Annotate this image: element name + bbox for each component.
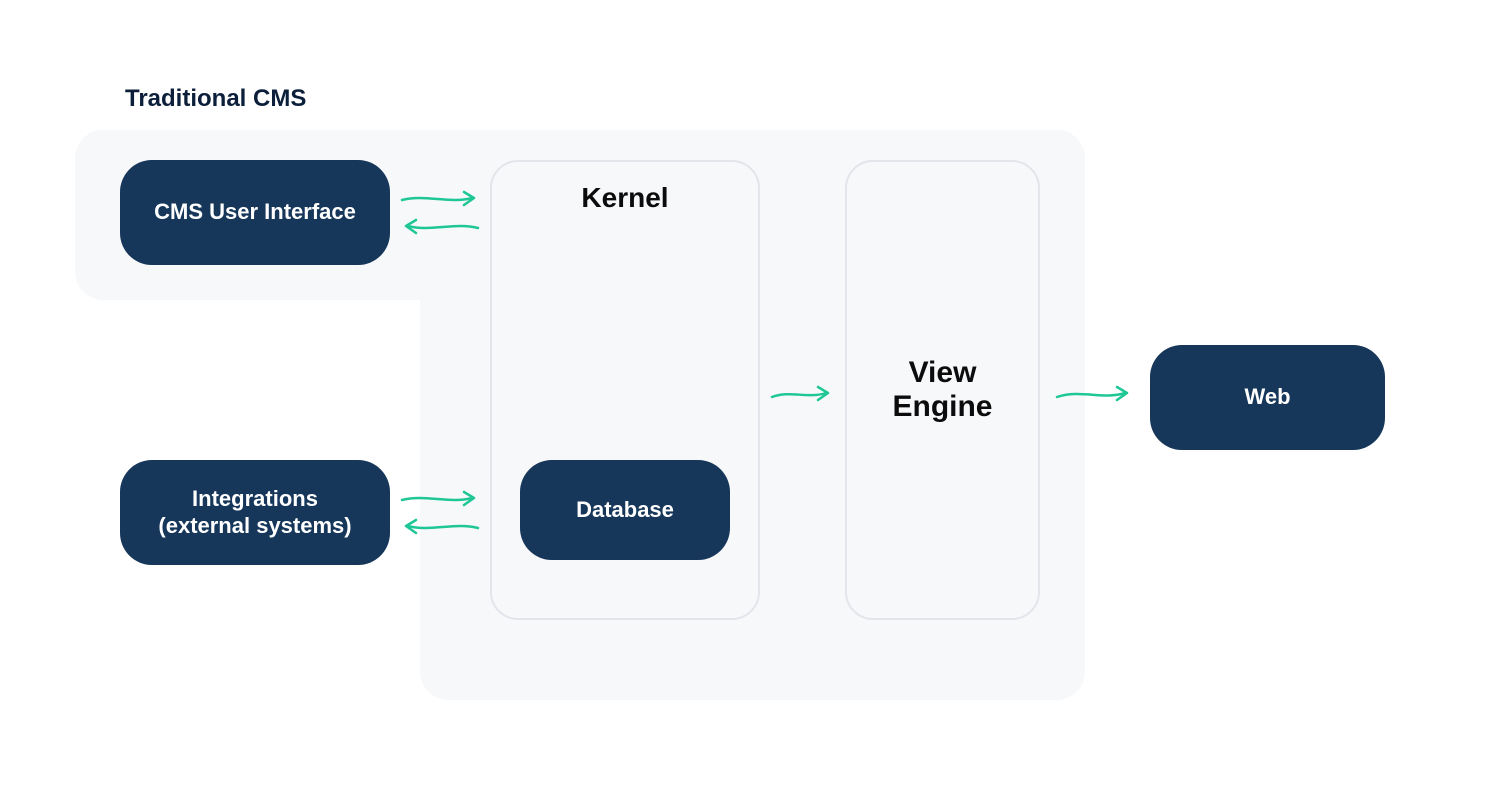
integrations-label-2: (external systems) (158, 513, 351, 539)
arrow-integrations-to-kernel (400, 490, 480, 510)
integrations-node: Integrations (external systems) (120, 460, 390, 565)
arrow-kernel-to-cmsui (400, 218, 480, 238)
cms-ui-node: CMS User Interface (120, 160, 390, 265)
database-node: Database (520, 460, 730, 560)
container-fill (420, 260, 480, 320)
arrow-viewengine-to-web (1055, 385, 1135, 405)
database-label: Database (576, 497, 674, 523)
cms-ui-label: CMS User Interface (154, 199, 356, 225)
view-engine-box: View Engine (845, 160, 1040, 620)
view-engine-line2: Engine (892, 390, 992, 425)
web-node: Web (1150, 345, 1385, 450)
arrow-cmsui-to-kernel (400, 190, 480, 210)
web-label: Web (1244, 384, 1290, 410)
view-engine-line1: View (909, 356, 977, 391)
kernel-label: Kernel (581, 182, 668, 214)
arrow-kernel-to-viewengine (770, 385, 835, 405)
arrow-kernel-to-integrations (400, 518, 480, 538)
diagram-title: Traditional CMS (125, 85, 306, 113)
diagram-canvas: Traditional CMS Kernel Database View Eng… (0, 0, 1501, 801)
integrations-label-1: Integrations (192, 486, 318, 512)
